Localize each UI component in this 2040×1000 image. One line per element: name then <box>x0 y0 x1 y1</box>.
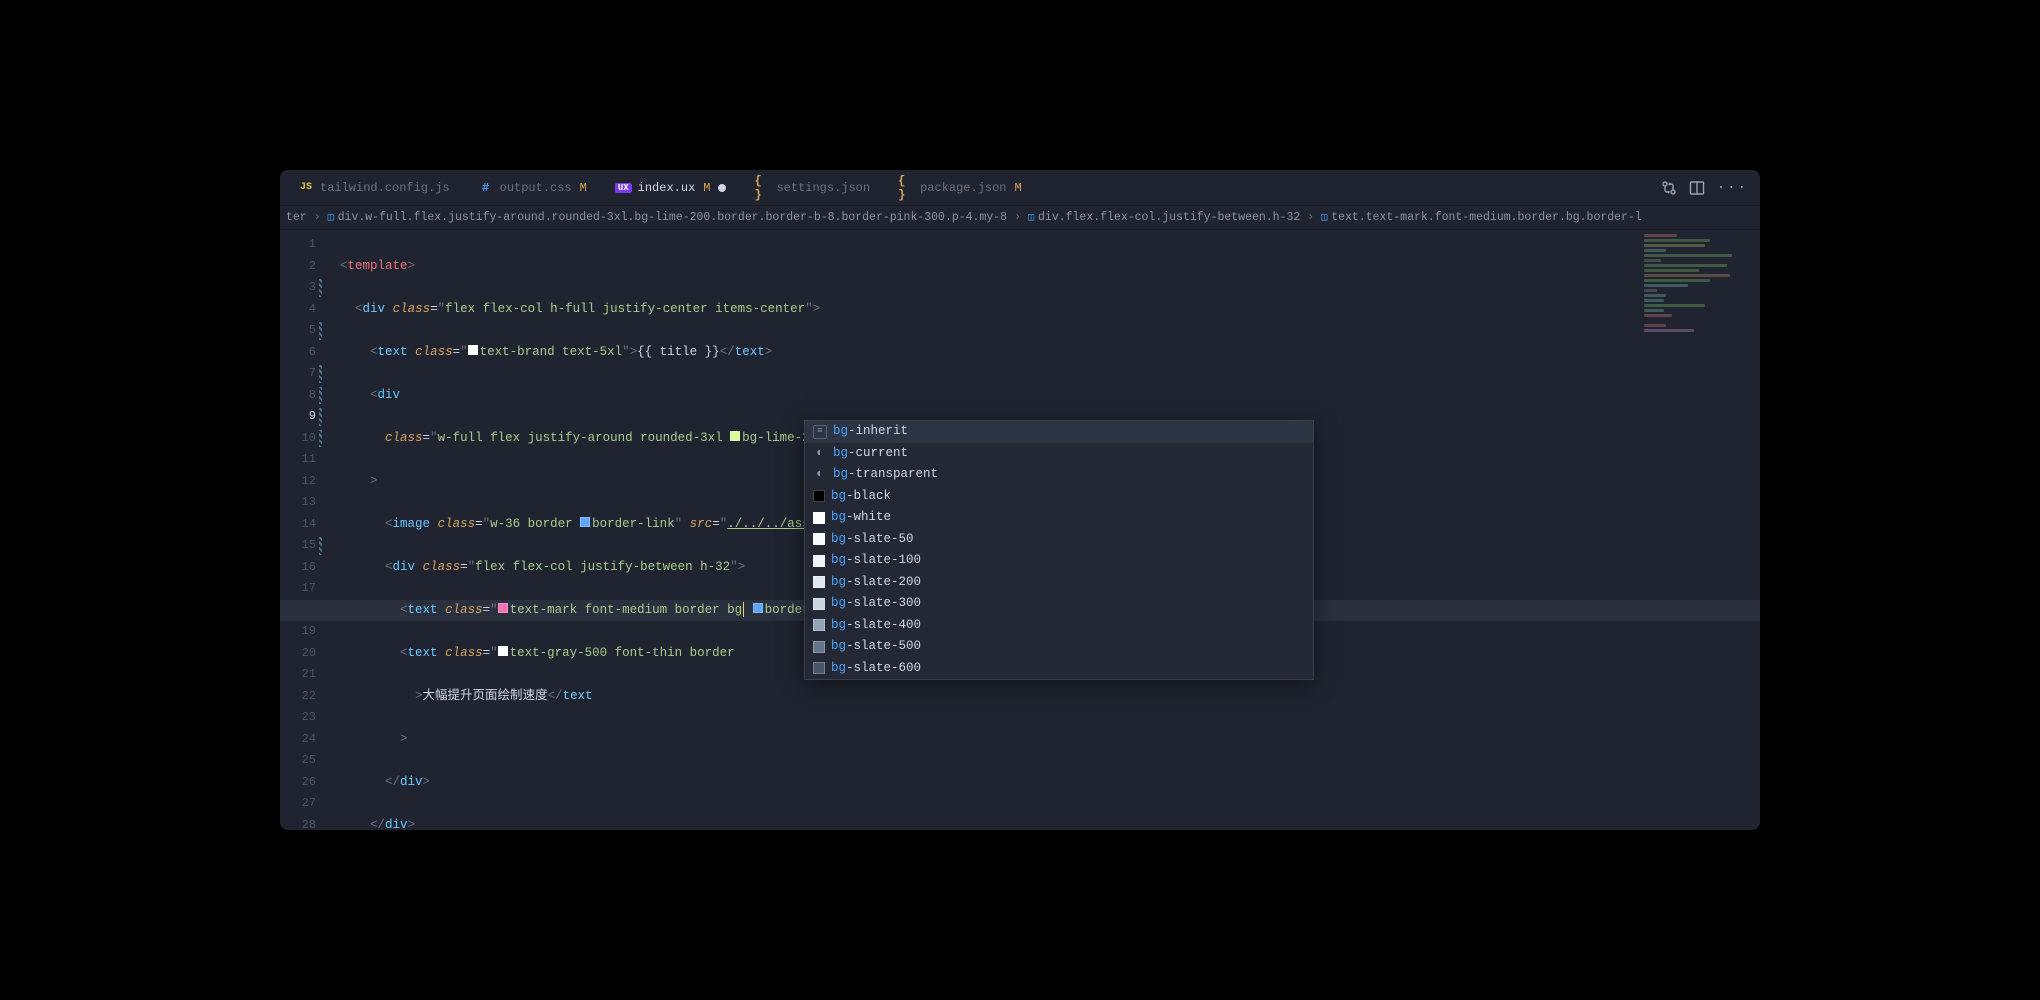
dirty-dot-icon <box>718 184 726 192</box>
color-swatch-icon <box>813 641 825 653</box>
color-swatch-icon <box>813 619 825 631</box>
tab-package-json[interactable]: { } package.json M <box>884 170 1036 205</box>
palette-icon: ◐ <box>813 446 827 460</box>
chevron-right-icon: › <box>314 211 321 224</box>
breadcrumb-part[interactable]: text.text-mark.font-medium.border.bg.bor… <box>1331 211 1642 224</box>
tab-label: output.css <box>500 181 572 195</box>
tab-label: settings.json <box>776 181 870 195</box>
tab-label: tailwind.config.js <box>320 181 450 195</box>
symbol-icon: ◫ <box>1028 212 1034 224</box>
tab-settings-json[interactable]: { } settings.json <box>740 170 884 205</box>
css-icon: # <box>478 180 494 196</box>
color-swatch-icon <box>580 517 590 527</box>
symbol-icon: ◫ <box>1321 212 1327 224</box>
color-swatch-icon <box>813 576 825 588</box>
tab-modified: M <box>703 181 710 195</box>
tab-index-ux[interactable]: UX index.ux M <box>601 170 741 205</box>
autocomplete-item[interactable]: bg-white <box>805 507 1313 529</box>
tab-output-css[interactable]: # output.css M <box>464 170 601 205</box>
color-swatch-icon <box>813 598 825 610</box>
color-swatch-icon <box>498 646 508 656</box>
palette-icon: ◐ <box>813 468 827 482</box>
color-swatch-icon <box>813 555 825 567</box>
autocomplete-item[interactable]: bg-slate-600 <box>805 658 1313 680</box>
autocomplete-item[interactable]: bg-slate-500 <box>805 636 1313 658</box>
editor-window: JS tailwind.config.js # output.css M UX … <box>280 170 1760 830</box>
autocomplete-item[interactable]: bg-slate-300 <box>805 593 1313 615</box>
chevron-right-icon: › <box>1307 211 1314 224</box>
autocomplete-item[interactable]: bg-black <box>805 486 1313 508</box>
tab-tailwind-config[interactable]: JS tailwind.config.js <box>284 170 464 205</box>
split-editor-icon[interactable] <box>1689 180 1705 196</box>
breadcrumb-part[interactable]: div.w-full.flex.justify-around.rounded-3… <box>338 211 1007 224</box>
tab-label: index.ux <box>638 181 696 195</box>
color-swatch-icon <box>813 490 825 502</box>
color-swatch-icon <box>813 662 825 674</box>
tab-modified: M <box>580 181 587 195</box>
json-icon: { } <box>898 180 914 196</box>
tab-modified: M <box>1015 181 1022 195</box>
code-area[interactable]: <template> <div class="flex flex-col h-f… <box>328 230 1760 830</box>
color-swatch-icon <box>753 603 763 613</box>
autocomplete-item[interactable]: bg-slate-100 <box>805 550 1313 572</box>
minimap[interactable] <box>1644 234 1754 414</box>
autocomplete-item[interactable]: ◐bg-current <box>805 443 1313 465</box>
tab-bar: JS tailwind.config.js # output.css M UX … <box>280 170 1760 206</box>
color-swatch-icon <box>498 603 508 613</box>
editor[interactable]: 1234 5678 9101112 13141516 17181920 2122… <box>280 230 1760 830</box>
symbol-icon: ◫ <box>328 212 334 224</box>
autocomplete-item[interactable]: bg-slate-200 <box>805 572 1313 594</box>
autocomplete-item[interactable]: bg-slate-50 <box>805 529 1313 551</box>
autocomplete-item[interactable]: ≡bg-inherit <box>805 421 1313 443</box>
more-icon[interactable]: ··· <box>1717 180 1748 196</box>
color-swatch-icon <box>813 533 825 545</box>
breadcrumb[interactable]: ter › ◫ div.w-full.flex.justify-around.r… <box>280 206 1760 230</box>
breadcrumb-leading: ter <box>286 211 307 224</box>
autocomplete-popup: ≡bg-inherit◐bg-current◐bg-transparentbg-… <box>804 420 1314 680</box>
autocomplete-item[interactable]: ◐bg-transparent <box>805 464 1313 486</box>
chevron-right-icon: › <box>1014 211 1021 224</box>
js-icon: JS <box>298 180 314 196</box>
ux-icon: UX <box>615 183 632 193</box>
json-icon: { } <box>754 180 770 196</box>
tab-label: package.json <box>920 181 1006 195</box>
breadcrumb-part[interactable]: div.flex.flex-col.justify-between.h-32 <box>1038 211 1300 224</box>
line-gutter: 1234 5678 9101112 13141516 17181920 2122… <box>280 230 328 830</box>
autocomplete-item[interactable]: bg-slate-400 <box>805 615 1313 637</box>
color-swatch-icon <box>813 512 825 524</box>
color-swatch-icon <box>468 345 478 355</box>
text-cursor <box>743 602 744 617</box>
color-swatch-icon <box>730 431 740 441</box>
git-compare-icon[interactable] <box>1661 180 1677 196</box>
keyword-icon: ≡ <box>813 425 827 439</box>
